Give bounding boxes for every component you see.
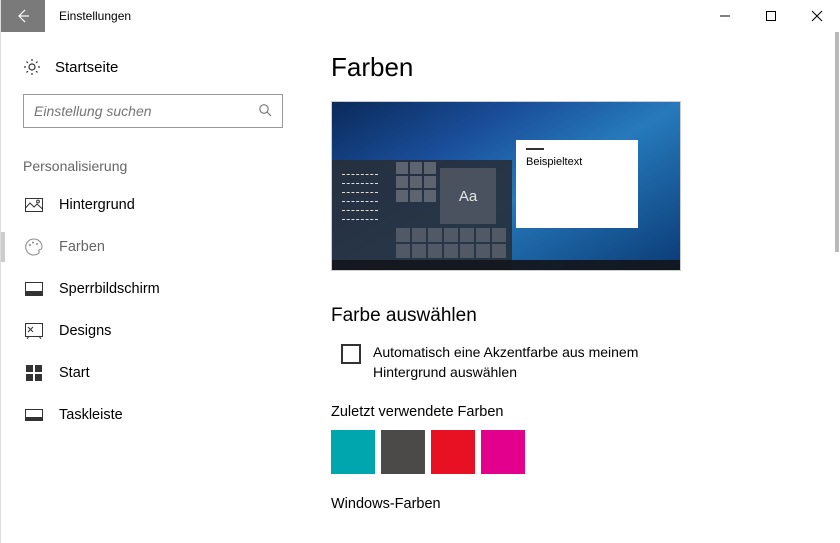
- minimize-icon: [719, 10, 731, 22]
- preview-bottom-tiles: [396, 228, 506, 258]
- minimize-button[interactable]: [702, 0, 748, 32]
- scrollbar-thumb[interactable]: [835, 32, 839, 252]
- picture-icon: [25, 196, 43, 214]
- sidebar-group-label: Personalisierung: [23, 158, 289, 174]
- sidebar-item-label: Sperrbildschirm: [59, 281, 160, 297]
- title-bar: Einstellungen: [1, 0, 840, 32]
- color-swatch[interactable]: [381, 430, 425, 474]
- taskbar-icon: [25, 406, 43, 424]
- color-swatch[interactable]: [481, 430, 525, 474]
- sidebar-item-label: Designs: [59, 323, 111, 339]
- windows-colors-heading: Windows-Farben: [331, 496, 810, 512]
- color-swatch[interactable]: [331, 430, 375, 474]
- back-button[interactable]: [1, 0, 45, 32]
- sidebar-item-colors[interactable]: Farben: [23, 226, 289, 268]
- sidebar-item-label: Taskleiste: [59, 407, 123, 423]
- search-box[interactable]: [23, 94, 283, 128]
- sidebar-item-label: Hintergrund: [59, 197, 135, 213]
- search-input[interactable]: [34, 103, 258, 119]
- lockscreen-icon: [25, 280, 43, 298]
- arrow-left-icon: [15, 8, 31, 24]
- color-swatch[interactable]: [431, 430, 475, 474]
- window-controls: [702, 0, 840, 32]
- sidebar-item-label: Start: [59, 365, 90, 381]
- auto-accent-checkbox-row[interactable]: Automatisch eine Akzentfarbe aus meinem …: [331, 343, 691, 382]
- sidebar-item-lockscreen[interactable]: Sperrbildschirm: [23, 268, 289, 310]
- sidebar-item-background[interactable]: Hintergrund: [23, 184, 289, 226]
- sidebar: Startseite Personalisierung Hintergrund …: [1, 32, 311, 543]
- preview-taskbar: [332, 260, 680, 270]
- themes-icon: [25, 322, 43, 340]
- maximize-button[interactable]: [748, 0, 794, 32]
- sidebar-item-taskbar[interactable]: Taskleiste: [23, 394, 289, 436]
- window-title: Einstellungen: [45, 9, 131, 23]
- search-icon: [258, 103, 272, 120]
- palette-icon: [25, 238, 43, 256]
- main-panel: Farben Aa Beispieltext Farbe auswählen A…: [311, 32, 840, 543]
- gear-icon: [23, 58, 41, 76]
- choose-color-heading: Farbe auswählen: [331, 305, 810, 327]
- preview-sample-text: Beispieltext: [526, 156, 582, 168]
- sidebar-item-start[interactable]: Start: [23, 352, 289, 394]
- preview-window: Beispieltext: [516, 140, 638, 228]
- sidebar-item-label: Farben: [59, 239, 105, 255]
- close-icon: [811, 10, 823, 22]
- preview-menu-lines: [342, 174, 378, 228]
- sidebar-home-label: Startseite: [55, 59, 118, 76]
- auto-accent-label: Automatisch eine Akzentfarbe aus meinem …: [373, 343, 691, 382]
- preview-small-tiles: [396, 162, 436, 202]
- color-preview: Aa Beispieltext: [331, 101, 681, 271]
- sidebar-home[interactable]: Startseite: [23, 52, 289, 94]
- start-icon: [25, 364, 43, 382]
- auto-accent-checkbox[interactable]: [341, 344, 361, 364]
- recent-colors: [331, 430, 810, 474]
- recent-colors-heading: Zuletzt verwendete Farben: [331, 404, 810, 420]
- maximize-icon: [765, 10, 777, 22]
- close-button[interactable]: [794, 0, 840, 32]
- sidebar-item-themes[interactable]: Designs: [23, 310, 289, 352]
- page-title: Farben: [331, 52, 810, 83]
- preview-aa-tile: Aa: [440, 168, 496, 224]
